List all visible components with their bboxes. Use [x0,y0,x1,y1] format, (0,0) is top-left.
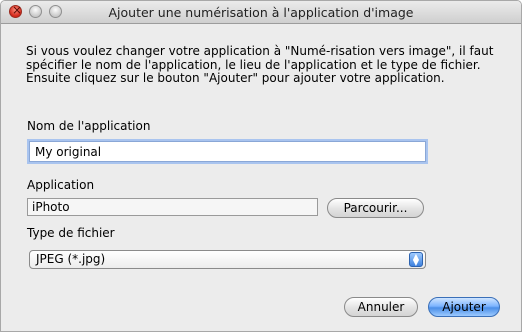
application-label: Application [27,178,95,192]
title-bar[interactable]: Ajouter une numérisation à l'application… [1,1,521,24]
instructions-text: Si vous voulez changer votre application… [26,44,494,85]
application-path-field: iPhoto [27,198,318,216]
cancel-button[interactable]: Annuler [344,297,418,317]
window-title: Ajouter une numérisation à l'application… [108,5,414,20]
file-type-selected-value: JPEG (*.jpg) [36,252,106,266]
dialog-window: Ajouter une numérisation à l'application… [0,0,522,332]
add-button[interactable]: Ajouter [428,297,500,317]
application-name-field[interactable]: My original [29,141,426,162]
file-type-select[interactable]: JPEG (*.jpg) ▲ ▼ [29,250,426,269]
updown-arrows-icon: ▲ ▼ [409,252,423,267]
application-name-label: Nom de l'application [27,119,151,133]
browse-button[interactable]: Parcourir... [327,198,424,218]
file-type-label: Type de fichier [27,226,115,240]
